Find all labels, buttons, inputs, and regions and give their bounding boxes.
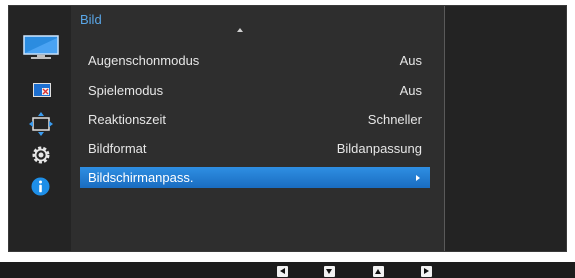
menu-item-augenschonmodus[interactable]: Augenschonmodus Aus [80, 50, 430, 71]
down-arrow-icon[interactable] [324, 266, 335, 277]
right-arrow-icon[interactable] [421, 266, 432, 277]
menu-item-value: Bildanpassung [336, 141, 422, 156]
menu-item-bildschirmanpass[interactable]: Bildschirmanpass. [80, 167, 430, 188]
preview-area [445, 6, 566, 251]
menu-item-bildformat[interactable]: Bildformat Bildanpassung [80, 138, 430, 159]
menu-item-label: Reaktionszeit [88, 112, 167, 127]
osd-screen: Bild Augenschonmodus Aus Spielemodus Aus… [8, 5, 567, 252]
menu-item-reaktionszeit[interactable]: Reaktionszeit Schneller [80, 109, 430, 130]
menu-item-label: Spielemodus [88, 83, 164, 98]
menu-item-value: Aus [399, 83, 422, 98]
picture-menu: Bild Augenschonmodus Aus Spielemodus Aus… [71, 6, 445, 251]
info-icon[interactable] [31, 177, 50, 196]
settings-gear-icon[interactable] [31, 145, 51, 165]
scroll-up-icon [237, 28, 243, 32]
menu-item-label: Bildschirmanpass. [88, 170, 194, 185]
menu-item-label: Bildformat [88, 141, 147, 156]
submenu-arrow-icon [416, 174, 420, 181]
menu-item-spielemodus[interactable]: Spielemodus Aus [80, 80, 430, 101]
up-arrow-icon[interactable] [373, 266, 384, 277]
color-icon[interactable] [33, 83, 51, 97]
category-sidebar [9, 6, 71, 251]
size-position-icon[interactable] [29, 112, 53, 136]
menu-item-value: Schneller [367, 112, 422, 127]
left-arrow-icon[interactable] [277, 266, 288, 277]
menu-item-value: Aus [399, 53, 422, 68]
menu-item-label: Augenschonmodus [88, 53, 200, 68]
menu-title: Bild [80, 12, 102, 27]
picture-icon[interactable] [23, 35, 59, 61]
